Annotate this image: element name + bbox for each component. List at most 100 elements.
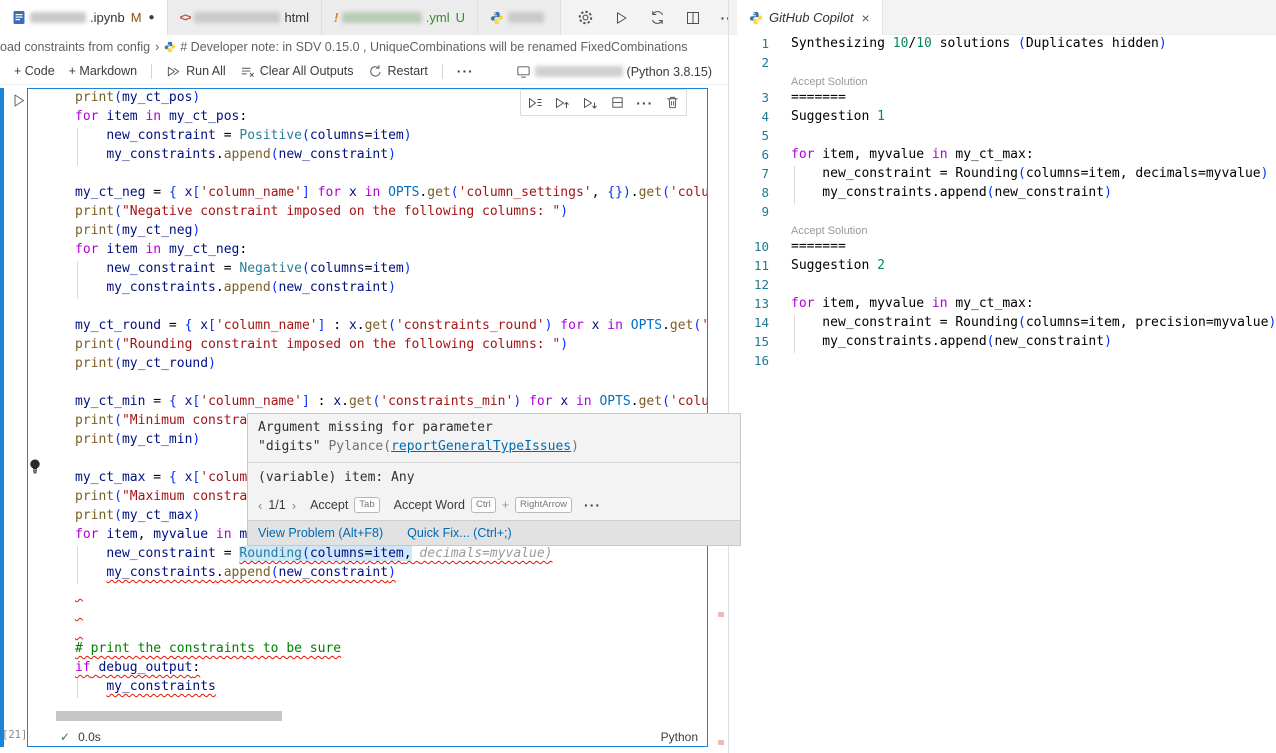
breadcrumb-separator: › bbox=[155, 40, 159, 54]
kernel-name-redacted bbox=[535, 66, 623, 77]
ctrl-keycap: Ctrl bbox=[471, 497, 496, 513]
cell-more-actions-icon[interactable]: ··· bbox=[635, 93, 655, 113]
delete-cell-icon[interactable] bbox=[662, 93, 682, 113]
hover-status-bar: View Problem (Alt+F8) Quick Fix... (Ctrl… bbox=[248, 520, 740, 545]
tab-github-copilot[interactable]: GitHub Copilot × bbox=[737, 0, 883, 35]
accept-button[interactable]: Accept bbox=[310, 498, 348, 512]
execute-below-icon[interactable] bbox=[580, 93, 600, 113]
code-line bbox=[28, 584, 707, 603]
success-check-icon: ✓ bbox=[60, 730, 70, 744]
previous-suggestion-icon[interactable]: ‹ bbox=[258, 498, 262, 513]
notebook-toolbar: + Code + Markdown Run All Clear All Outp… bbox=[0, 58, 728, 85]
code-line: my_ct_min = { x['column_name'] : x.get('… bbox=[28, 394, 707, 413]
cell-toolbar: ··· bbox=[520, 89, 687, 116]
ruler-error-mark bbox=[718, 612, 724, 617]
code-line: print("Negative constraint imposed on th… bbox=[28, 204, 707, 223]
code-line: my_constraints bbox=[28, 679, 707, 698]
sync-changes-icon[interactable] bbox=[647, 8, 667, 28]
copilot-line: 13for item, myvalue in my_ct_max: bbox=[729, 296, 1276, 315]
code-line bbox=[28, 166, 707, 185]
line-number: 5 bbox=[729, 128, 769, 147]
python-icon bbox=[490, 11, 504, 25]
copilot-line: 16 bbox=[729, 353, 1276, 372]
code-line bbox=[28, 299, 707, 318]
copilot-panel: GitHub Copilot × 1Synthesizing 10/10 sol… bbox=[728, 0, 1276, 753]
clear-outputs-icon bbox=[240, 64, 255, 79]
scrollbar-thumb[interactable] bbox=[56, 711, 282, 721]
code-line: for item in my_ct_neg: bbox=[28, 242, 707, 261]
vscode-window: { "colors": { "accent_focus": "#1a85d6",… bbox=[0, 0, 1276, 753]
next-suggestion-icon[interactable]: › bbox=[292, 498, 296, 513]
clear-all-outputs-button[interactable]: Clear All Outputs bbox=[240, 64, 354, 79]
diagnostic-rule-link[interactable]: reportGeneralTypeIssues bbox=[391, 439, 571, 454]
gear-icon[interactable] bbox=[575, 8, 595, 28]
run-all-button[interactable]: Run All bbox=[166, 64, 226, 79]
accept-solution-codelens[interactable]: Accept Solution bbox=[729, 74, 1276, 90]
accept-solution-codelens[interactable]: Accept Solution bbox=[729, 223, 1276, 239]
filename-redacted bbox=[508, 12, 544, 23]
code-line: new_constraint = Rounding(columns=item, … bbox=[28, 546, 707, 565]
tab-bar: .ipynb M ● <> html ! .yml U ··· bbox=[0, 0, 728, 35]
breadcrumb-section[interactable]: oad constraints from config bbox=[0, 40, 150, 54]
tab-html[interactable]: <> html bbox=[168, 0, 322, 35]
toolbar-more-icon[interactable]: ··· bbox=[457, 63, 474, 79]
html-file-icon: <> bbox=[180, 12, 191, 24]
cell-language-picker[interactable]: Python bbox=[661, 730, 698, 744]
hover-more-icon[interactable]: ··· bbox=[584, 497, 601, 513]
filename-redacted bbox=[194, 12, 280, 23]
copilot-line: 7 new_constraint = Rounding(columns=item… bbox=[729, 166, 1276, 185]
copilot-tab-bar: GitHub Copilot × bbox=[729, 0, 1276, 35]
tab-ext: .yml bbox=[426, 10, 450, 25]
line-number: 8 bbox=[729, 185, 769, 204]
tab-ext: .ipynb bbox=[90, 10, 125, 25]
copilot-line: 9 bbox=[729, 204, 1276, 223]
lightbulb-icon[interactable] bbox=[29, 459, 41, 474]
filename-redacted bbox=[30, 12, 86, 23]
yaml-file-icon: ! bbox=[334, 10, 338, 25]
ruler-error-mark bbox=[718, 740, 724, 745]
add-markdown-button[interactable]: + Markdown bbox=[69, 64, 137, 78]
accept-word-button[interactable]: Accept Word bbox=[394, 498, 465, 512]
line-number: 16 bbox=[729, 353, 769, 372]
line-number: 7 bbox=[729, 166, 769, 185]
variable-type-info: (variable) item: Any bbox=[248, 463, 740, 495]
line-number: 13 bbox=[729, 296, 769, 315]
code-line: # print the constraints to be sure bbox=[28, 641, 707, 660]
code-line: print(my_ct_round) bbox=[28, 356, 707, 375]
run-by-line-icon[interactable] bbox=[525, 93, 545, 113]
horizontal-scrollbar[interactable] bbox=[28, 711, 707, 722]
close-icon[interactable]: × bbox=[862, 10, 870, 26]
breadcrumb: oad constraints from config › # Develope… bbox=[0, 35, 728, 58]
cell-status-bar: ✓ 0.0s Python bbox=[28, 727, 707, 746]
git-untracked-badge: U bbox=[456, 10, 465, 25]
copilot-line: 4Suggestion 1 bbox=[729, 109, 1276, 128]
split-editor-icon[interactable] bbox=[683, 8, 703, 28]
kernel-picker[interactable]: (Python 3.8.15) bbox=[516, 58, 712, 85]
restart-icon bbox=[368, 64, 383, 79]
split-cell-icon[interactable] bbox=[607, 93, 627, 113]
code-line: my_constraints.append(new_constraint) bbox=[28, 147, 707, 166]
line-number: 14 bbox=[729, 315, 769, 334]
quick-fix-link[interactable]: Quick Fix... (Ctrl+;) bbox=[407, 526, 512, 540]
copilot-suggestions-editor[interactable]: 1Synthesizing 10/10 solutions (Duplicate… bbox=[729, 36, 1276, 372]
code-line bbox=[28, 622, 707, 641]
filename-redacted bbox=[342, 12, 421, 23]
run-icon[interactable] bbox=[611, 8, 631, 28]
execute-above-icon[interactable] bbox=[552, 93, 572, 113]
tab-yml[interactable]: ! .yml U bbox=[322, 0, 478, 35]
toolbar-divider bbox=[151, 64, 152, 79]
line-number: 10 bbox=[729, 239, 769, 258]
line-number: 2 bbox=[729, 55, 769, 74]
view-problem-link[interactable]: View Problem (Alt+F8) bbox=[258, 526, 383, 540]
tab-python-file[interactable] bbox=[478, 0, 561, 35]
code-line: print(my_ct_neg) bbox=[28, 223, 707, 242]
cell-editor[interactable]: print(my_ct_pos)for item in my_ct_pos: n… bbox=[28, 90, 707, 717]
add-code-button[interactable]: + Code bbox=[14, 64, 55, 78]
code-line: new_constraint = Negative(columns=item) bbox=[28, 261, 707, 280]
code-line bbox=[28, 603, 707, 622]
tab-notebook[interactable]: .ipynb M ● bbox=[0, 0, 168, 35]
restart-button[interactable]: Restart bbox=[368, 64, 428, 79]
tab-keycap: Tab bbox=[354, 497, 379, 513]
unsaved-dot-icon[interactable]: ● bbox=[149, 12, 155, 23]
breadcrumb-cell-label[interactable]: # Developer note: in SDV 0.15.0 , Unique… bbox=[180, 40, 687, 54]
